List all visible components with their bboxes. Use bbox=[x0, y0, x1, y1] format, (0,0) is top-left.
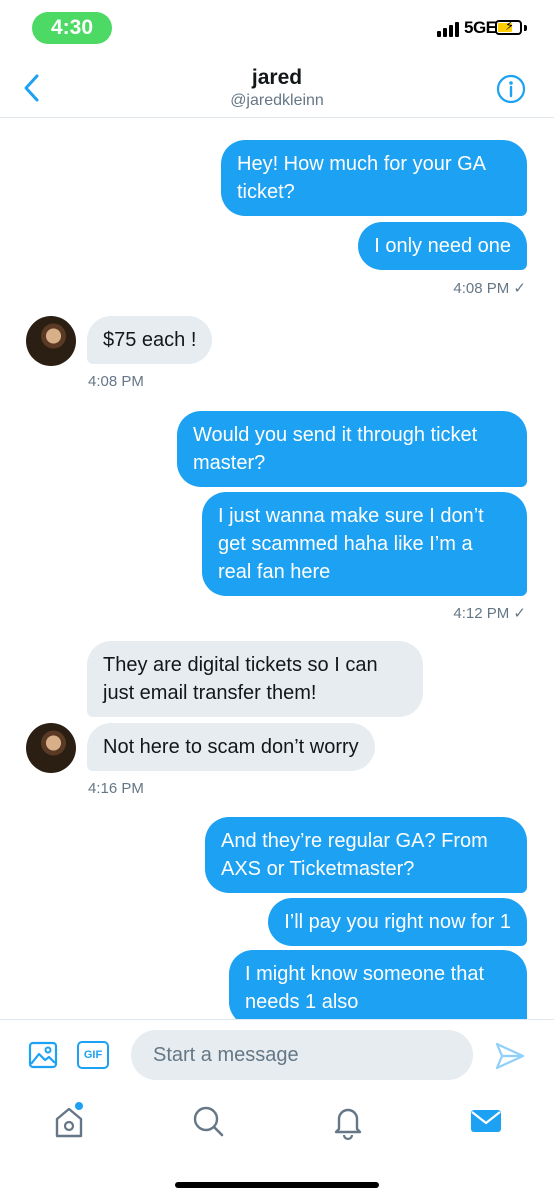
message-composer: GIF bbox=[0, 1019, 554, 1091]
info-icon bbox=[496, 74, 526, 104]
message-timestamp: 4:12 PM ✓ bbox=[453, 605, 526, 622]
message-bubble-incoming[interactable]: $75 each ! bbox=[87, 316, 213, 364]
battery-icon: ⚡ bbox=[495, 19, 522, 35]
message-bubble-incoming[interactable]: Not here to scam don’t worry bbox=[87, 723, 375, 771]
conversation-handle[interactable]: @jaredkleinn bbox=[0, 92, 554, 110]
avatar[interactable] bbox=[26, 316, 76, 366]
info-button[interactable] bbox=[496, 74, 526, 104]
tab-bar bbox=[0, 1091, 554, 1200]
message-bubble-outgoing[interactable]: I’ll pay you right now for 1 bbox=[268, 898, 527, 946]
network-type: 5GE bbox=[464, 18, 497, 37]
envelope-icon bbox=[471, 1110, 501, 1132]
status-bar: 4:30 5GE ⚡ bbox=[0, 0, 554, 56]
message-bubble-incoming[interactable]: They are digital tickets so I can just e… bbox=[87, 641, 423, 717]
message-bubble-outgoing[interactable]: And they’re regular GA? From AXS or Tick… bbox=[205, 817, 527, 893]
message-bubble-outgoing[interactable]: I only need one bbox=[358, 222, 527, 270]
battery-cap bbox=[524, 25, 527, 31]
avatar[interactable] bbox=[26, 723, 76, 773]
send-icon bbox=[495, 1042, 525, 1070]
message-bubble-outgoing[interactable]: Would you send it through ticket master? bbox=[177, 411, 527, 487]
image-icon bbox=[28, 1041, 58, 1069]
home-indicator bbox=[175, 1182, 379, 1188]
message-bubble-outgoing[interactable]: Hey! How much for your GA ticket? bbox=[221, 140, 527, 216]
message-input[interactable] bbox=[131, 1030, 473, 1080]
tab-messages[interactable] bbox=[466, 1101, 506, 1141]
tab-notifications[interactable] bbox=[328, 1101, 368, 1141]
message-timestamp: 4:08 PM ✓ bbox=[453, 280, 526, 297]
home-icon bbox=[55, 1107, 83, 1138]
search-icon bbox=[193, 1106, 224, 1137]
message-bubble-outgoing[interactable]: I just wanna make sure I don’t get scamm… bbox=[202, 492, 527, 596]
status-time: 4:30 bbox=[32, 12, 112, 44]
home-notification-dot bbox=[75, 1102, 83, 1110]
conversation-name[interactable]: jared bbox=[0, 66, 554, 90]
message-timestamp: 4:08 PM bbox=[88, 373, 144, 390]
bell-icon bbox=[334, 1108, 362, 1141]
message-timestamp: 4:16 PM bbox=[88, 780, 144, 797]
tab-home[interactable] bbox=[49, 1101, 89, 1141]
message-thread[interactable]: Hey! How much for your GA ticket? I only… bbox=[0, 119, 554, 1019]
signal-strength-icon bbox=[437, 22, 459, 37]
conversation-header: jared @jaredkleinn bbox=[0, 56, 554, 118]
add-photo-button[interactable] bbox=[28, 1040, 58, 1070]
send-button[interactable] bbox=[494, 1040, 526, 1072]
gif-button[interactable]: GIF bbox=[77, 1041, 109, 1069]
message-bubble-outgoing[interactable]: I might know someone that needs 1 also bbox=[229, 950, 527, 1019]
tab-search[interactable] bbox=[188, 1101, 228, 1141]
